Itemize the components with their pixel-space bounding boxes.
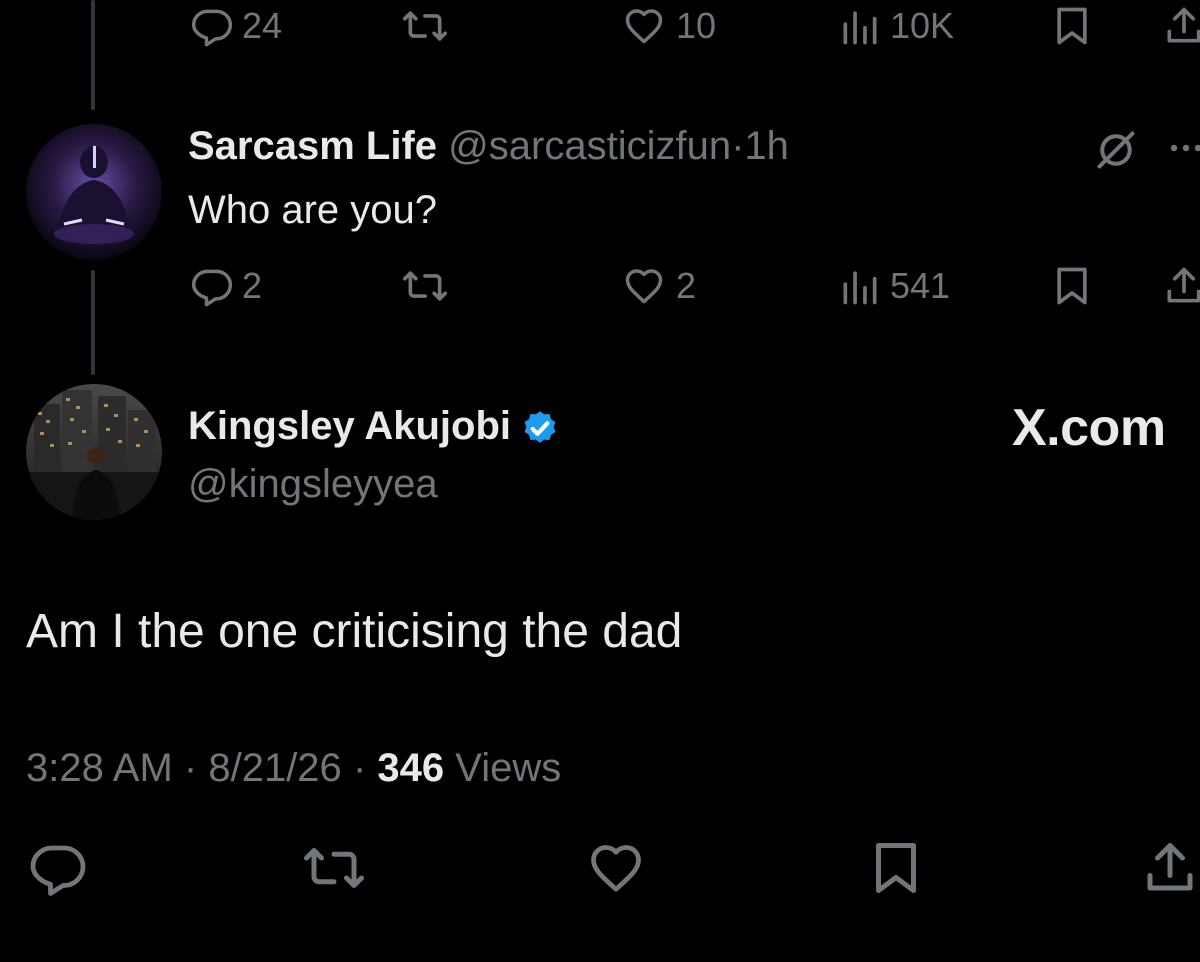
share-button[interactable] xyxy=(1162,264,1200,308)
kingsley-avatar[interactable] xyxy=(26,384,162,520)
bookmark-icon xyxy=(1057,267,1087,305)
bookmark-icon xyxy=(1057,7,1087,45)
reply-tweet-text: Who are you? xyxy=(188,188,438,232)
reply-count: 2 xyxy=(242,265,263,306)
reply-icon xyxy=(191,269,233,307)
like-count: 10 xyxy=(676,5,717,46)
heart-icon xyxy=(591,845,641,892)
bookmark-button[interactable] xyxy=(1050,264,1094,308)
thread-line-middle xyxy=(91,270,95,375)
reply-button[interactable] xyxy=(28,838,88,898)
share-button[interactable] xyxy=(1140,838,1200,898)
repost-icon xyxy=(403,11,447,41)
heart-icon xyxy=(625,269,663,304)
thread-line-top xyxy=(91,0,95,110)
tweet-timestamp[interactable]: 3:28 AM xyxy=(26,746,173,790)
reply-count: 24 xyxy=(242,5,283,46)
meta-separator: · xyxy=(352,746,367,790)
views-button[interactable]: 10K xyxy=(838,4,954,48)
share-icon xyxy=(1167,267,1200,303)
reply-button[interactable]: 24 xyxy=(190,4,282,48)
views-label: Views xyxy=(455,746,562,790)
like-count: 2 xyxy=(676,265,697,306)
share-icon xyxy=(1147,843,1193,891)
reply-icon xyxy=(30,845,86,896)
views-count: 10K xyxy=(890,5,955,46)
repost-icon xyxy=(403,271,447,301)
tweet-time[interactable]: 1h xyxy=(744,124,789,168)
time-separator: · xyxy=(731,124,745,168)
sarcasm-life-avatar[interactable] xyxy=(26,124,162,260)
bookmark-icon xyxy=(876,843,916,893)
repost-icon xyxy=(304,848,364,888)
grok-icon[interactable] xyxy=(1094,128,1138,177)
like-button[interactable]: 2 xyxy=(620,264,696,308)
bookmark-button[interactable] xyxy=(866,838,926,898)
tweet-meta: 3:28 AM · 8/21/26 · 346 Views xyxy=(26,746,561,791)
bookmark-button[interactable] xyxy=(1050,4,1094,48)
meta-separator: · xyxy=(183,746,198,790)
main-author-name-row: Kingsley Akujobi xyxy=(188,404,561,449)
views-count: 541 xyxy=(890,265,951,306)
tweet-date[interactable]: 8/21/26 xyxy=(208,746,341,790)
share-button[interactable] xyxy=(1162,4,1200,48)
share-icon xyxy=(1167,7,1200,43)
reply-button[interactable]: 2 xyxy=(190,264,262,308)
author-name[interactable]: Sarcasm Life xyxy=(188,124,437,168)
author-handle[interactable]: @kingsleyyea xyxy=(188,462,438,507)
like-button[interactable]: 10 xyxy=(620,4,716,48)
author-handle[interactable]: @sarcasticizfun xyxy=(448,124,731,168)
main-tweet-text: Am I the one criticising the dad xyxy=(26,605,683,658)
like-button[interactable] xyxy=(584,838,648,898)
author-name[interactable]: Kingsley Akujobi xyxy=(188,404,511,449)
views-button[interactable]: 541 xyxy=(838,264,950,308)
views-count[interactable]: 346 xyxy=(377,746,444,790)
x-com-watermark: X.com xyxy=(1012,399,1166,457)
reply-icon xyxy=(191,9,233,47)
more-options-icon[interactable] xyxy=(1168,140,1200,161)
repost-button[interactable] xyxy=(400,264,450,308)
repost-button[interactable] xyxy=(300,838,368,898)
heart-icon xyxy=(625,9,663,44)
analytics-icon xyxy=(843,271,877,305)
analytics-icon xyxy=(843,11,877,45)
reply-tweet-header: Sarcasm Life @sarcasticizfun·1h xyxy=(188,124,789,169)
repost-button[interactable] xyxy=(400,4,450,48)
verified-badge-icon xyxy=(524,410,556,443)
